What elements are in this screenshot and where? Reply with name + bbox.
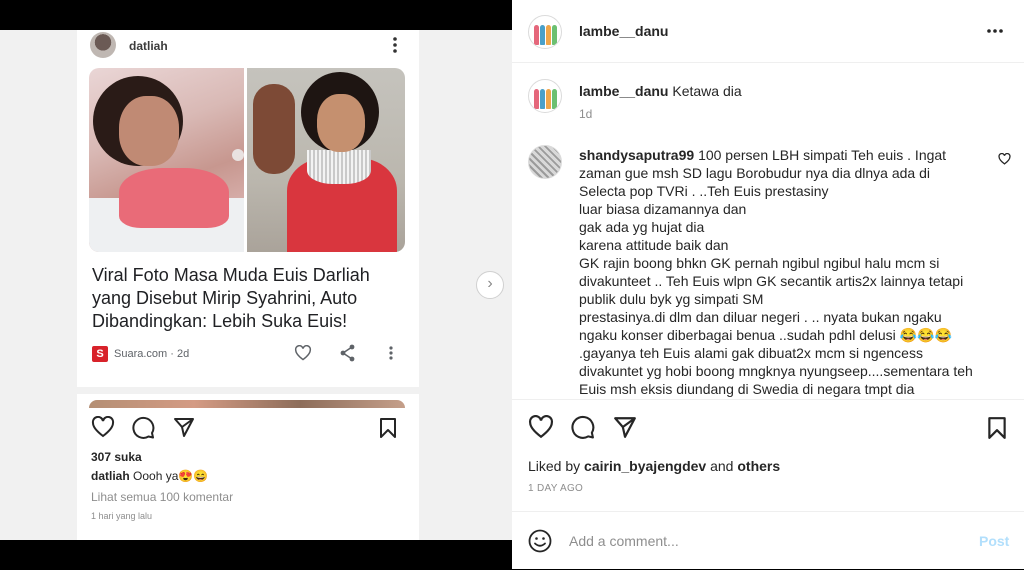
- right-panel: lambe__danu lambe__danu Ketawa dia 1d sh…: [512, 0, 1024, 569]
- post-actions: [91, 416, 407, 440]
- heart-icon[interactable]: [528, 415, 554, 439]
- post-header: datliah: [77, 30, 419, 60]
- liked-by-user[interactable]: cairin_byajengdev: [584, 458, 706, 474]
- caption-text: Ketawa dia: [672, 83, 742, 99]
- view-all-comments-link[interactable]: Lihat semua 100 komentar: [91, 490, 233, 504]
- news-image[interactable]: [89, 68, 405, 252]
- news-source-row: S Suara.com · 2d: [92, 344, 402, 362]
- avatar[interactable]: [528, 145, 562, 179]
- caption-timestamp[interactable]: 1d: [579, 107, 592, 121]
- divider: [77, 387, 419, 394]
- liked-by-prefix: Liked by: [528, 458, 585, 474]
- image-control-icon[interactable]: [232, 149, 244, 161]
- liked-by-others[interactable]: others: [737, 458, 780, 474]
- smile-icon[interactable]: [528, 529, 552, 553]
- likes-count[interactable]: 307 suka: [91, 450, 142, 464]
- comment-text: 100 persen LBH simpati Teh euis . Ingat …: [579, 147, 973, 397]
- bookmark-icon[interactable]: [987, 416, 1007, 440]
- comments-list[interactable]: lambe__danu Ketawa dia 1d shandysaputra9…: [512, 63, 1024, 399]
- post-timestamp[interactable]: 1 DAY AGO: [528, 483, 583, 494]
- caption: datliah Oooh ya😍😄: [91, 469, 208, 483]
- share-icon[interactable]: [613, 415, 637, 439]
- username[interactable]: datliah: [129, 39, 168, 53]
- bookmark-icon[interactable]: [379, 417, 397, 439]
- photo-right: [247, 68, 405, 252]
- avatar[interactable]: [90, 32, 116, 58]
- share-icon[interactable]: [340, 344, 356, 362]
- comment-input[interactable]: Add a comment...: [569, 533, 679, 549]
- next-image-peek: [89, 400, 405, 408]
- left-panel: datliah Viral Foto Masa Muda Euis Darlia…: [0, 30, 512, 540]
- avatar[interactable]: [528, 79, 562, 113]
- comment-body: shandysaputra99 100 persen LBH simpati T…: [579, 146, 974, 398]
- caption: lambe__danu Ketawa dia: [579, 83, 742, 99]
- source-label: Suara.com · 2d: [114, 348, 190, 360]
- post-actions: [528, 414, 1008, 440]
- share-icon[interactable]: [173, 416, 195, 438]
- post-timestamp: 1 hari yang lalu: [91, 511, 153, 521]
- more-icon[interactable]: [986, 28, 1004, 34]
- comment-icon[interactable]: [571, 415, 595, 439]
- comment-icon[interactable]: [132, 416, 155, 439]
- caption-username[interactable]: datliah: [91, 469, 130, 483]
- liked-by: Liked by cairin_byajengdev and others: [528, 458, 780, 474]
- left-screenshot: datliah Viral Foto Masa Muda Euis Darlia…: [0, 0, 512, 569]
- username[interactable]: lambe__danu: [579, 23, 668, 39]
- heart-icon[interactable]: [91, 416, 115, 438]
- add-comment-bar: Add a comment... Post: [512, 511, 1024, 570]
- more-icon[interactable]: [389, 345, 393, 361]
- post-actions-section: Liked by cairin_byajengdev and others 1 …: [512, 399, 1024, 512]
- post-button[interactable]: Post: [979, 533, 1009, 549]
- phone-post: datliah Viral Foto Masa Muda Euis Darlia…: [77, 30, 419, 540]
- next-arrow-icon[interactable]: ›: [476, 271, 504, 299]
- like-comment-heart-icon[interactable]: [998, 153, 1011, 165]
- more-icon[interactable]: [392, 36, 398, 54]
- news-headline[interactable]: Viral Foto Masa Muda Euis Darliah yang D…: [92, 264, 402, 333]
- photo-left: [89, 68, 244, 252]
- avatar[interactable]: [528, 15, 562, 49]
- liked-by-and: and: [706, 458, 738, 474]
- caption-text: Oooh ya😍😄: [129, 469, 209, 483]
- source-logo-icon: S: [92, 346, 108, 362]
- comment-username[interactable]: shandysaputra99: [579, 147, 694, 163]
- post-header: lambe__danu: [512, 0, 1024, 63]
- caption-username[interactable]: lambe__danu: [579, 83, 668, 99]
- heart-icon[interactable]: [294, 345, 312, 361]
